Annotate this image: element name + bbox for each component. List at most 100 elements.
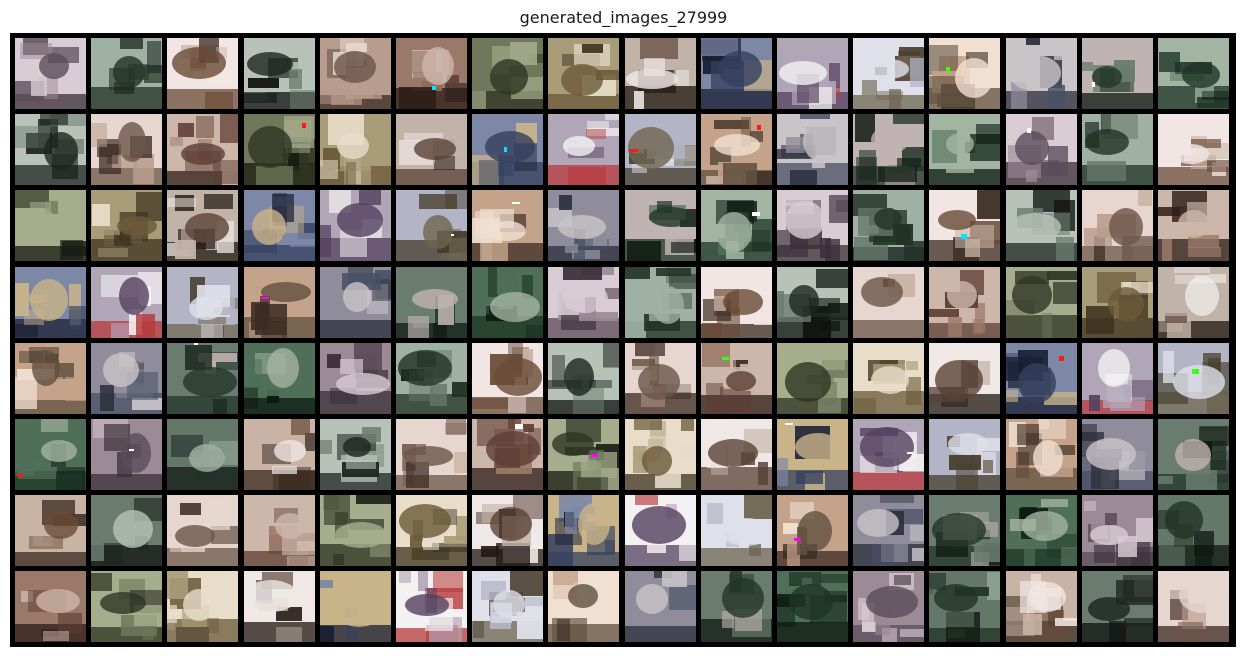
generated-image-tile — [167, 495, 238, 566]
generated-image-tile — [548, 343, 619, 414]
generated-image-tile — [853, 267, 924, 338]
generated-image-tile — [929, 267, 1000, 338]
generated-image-tile — [1006, 343, 1077, 414]
generated-image-tile — [472, 38, 543, 109]
generated-image-tile — [472, 495, 543, 566]
generated-image-tile — [91, 495, 162, 566]
generated-image-tile — [15, 38, 86, 109]
generated-image-tile — [320, 419, 391, 490]
generated-image-tile — [320, 495, 391, 566]
generated-image-tile — [320, 343, 391, 414]
generated-image-tile — [929, 343, 1000, 414]
generated-image-tile — [91, 571, 162, 642]
generated-image-tile — [777, 38, 848, 109]
generated-image-tile — [91, 190, 162, 261]
generated-image-tile — [548, 495, 619, 566]
generated-image-tile — [167, 343, 238, 414]
generated-image-tile — [1082, 343, 1153, 414]
generated-image-tile — [929, 419, 1000, 490]
generated-image-tile — [244, 114, 315, 185]
generated-image-tile — [625, 190, 696, 261]
generated-image-tile — [396, 38, 467, 109]
generated-image-tile — [548, 190, 619, 261]
generated-image-tile — [625, 419, 696, 490]
generated-image-tile — [1158, 114, 1229, 185]
generated-image-tile — [320, 571, 391, 642]
generated-image-tile — [1158, 190, 1229, 261]
generated-image-tile — [1006, 495, 1077, 566]
generated-image-tile — [1006, 114, 1077, 185]
generated-image-tile — [244, 343, 315, 414]
generated-image-tile — [625, 571, 696, 642]
generated-image-tile — [929, 190, 1000, 261]
generated-image-tile — [853, 343, 924, 414]
generated-image-tile — [15, 114, 86, 185]
generated-image-tile — [1082, 571, 1153, 642]
generated-image-tile — [548, 419, 619, 490]
generated-image-tile — [15, 571, 86, 642]
generated-image-tile — [472, 571, 543, 642]
generated-image-tile — [167, 419, 238, 490]
generated-image-tile — [1082, 419, 1153, 490]
generated-image-tile — [853, 571, 924, 642]
generated-image-tile — [929, 38, 1000, 109]
generated-image-tile — [91, 267, 162, 338]
generated-image-tile — [320, 38, 391, 109]
generated-image-tile — [777, 343, 848, 414]
generated-image-tile — [244, 267, 315, 338]
generated-image-tile — [472, 114, 543, 185]
generated-image-tile — [396, 571, 467, 642]
figure-title: generated_images_27999 — [519, 8, 728, 27]
generated-image-tile — [91, 38, 162, 109]
generated-image-tile — [1082, 190, 1153, 261]
generated-image-tile — [244, 190, 315, 261]
generated-image-tile — [472, 267, 543, 338]
generated-image-tile — [625, 495, 696, 566]
generated-image-tile — [1006, 267, 1077, 338]
generated-image-tile — [777, 267, 848, 338]
generated-image-tile — [15, 190, 86, 261]
generated-image-tile — [701, 267, 772, 338]
generated-image-tile — [91, 419, 162, 490]
generated-image-tile — [167, 571, 238, 642]
generated-image-tile — [15, 343, 86, 414]
generated-image-tile — [396, 419, 467, 490]
generated-image-tile — [167, 190, 238, 261]
generated-image-tile — [1158, 38, 1229, 109]
generated-image-tile — [15, 495, 86, 566]
generated-image-tile — [548, 38, 619, 109]
generated-image-tile — [701, 495, 772, 566]
generated-image-tile — [396, 495, 467, 566]
image-grid — [10, 33, 1236, 647]
generated-image-tile — [91, 114, 162, 185]
generated-image-tile — [1006, 419, 1077, 490]
generated-image-tile — [777, 571, 848, 642]
generated-image-tile — [701, 190, 772, 261]
generated-image-tile — [929, 114, 1000, 185]
generated-image-tile — [777, 190, 848, 261]
generated-image-tile — [396, 343, 467, 414]
generated-image-tile — [548, 571, 619, 642]
generated-image-tile — [1082, 38, 1153, 109]
generated-image-tile — [1158, 495, 1229, 566]
generated-image-tile — [625, 343, 696, 414]
generated-image-tile — [701, 419, 772, 490]
generated-image-tile — [1006, 190, 1077, 261]
generated-image-tile — [853, 38, 924, 109]
generated-image-tile — [396, 190, 467, 261]
generated-image-tile — [472, 343, 543, 414]
generated-image-tile — [853, 114, 924, 185]
generated-image-tile — [167, 38, 238, 109]
generated-image-tile — [396, 267, 467, 338]
generated-image-tile — [853, 190, 924, 261]
generated-image-tile — [244, 419, 315, 490]
generated-image-tile — [701, 571, 772, 642]
generated-image-tile — [701, 114, 772, 185]
generated-image-tile — [91, 343, 162, 414]
generated-image-tile — [1082, 495, 1153, 566]
generated-image-tile — [15, 267, 86, 338]
generated-image-tile — [320, 190, 391, 261]
generated-image-tile — [1006, 38, 1077, 109]
generated-image-tile — [1158, 419, 1229, 490]
generated-image-tile — [777, 419, 848, 490]
